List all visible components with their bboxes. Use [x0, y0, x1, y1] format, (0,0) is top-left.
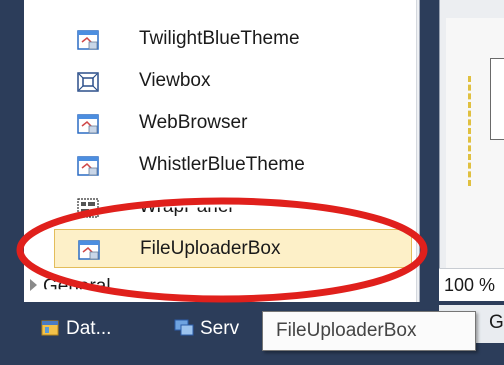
tab-server-explorer[interactable]: Serv [174, 317, 239, 347]
ide-window: TwilightBlueTheme Viewbox WebBrowser Whi… [0, 0, 504, 365]
toolbox-item-whistlerbluetheme[interactable]: WhistlerBlueTheme [42, 146, 412, 185]
toolbox-item-twilightbluetheme[interactable]: TwilightBlueTheme [42, 20, 412, 59]
toolbox-group-general[interactable]: General [30, 276, 111, 298]
toolbox-item-fileuploaderbox[interactable]: FileUploaderBox [54, 229, 412, 268]
viewbox-icon [77, 72, 99, 92]
tooltip: FileUploaderBox [262, 311, 476, 351]
tab-data-sources[interactable]: Dat... [40, 317, 111, 347]
toolbox-item-wrappanel[interactable]: WrapPanel [42, 188, 412, 227]
toolbox-scrollbar[interactable]: ≡ [416, 0, 420, 302]
wrappanel-icon [77, 198, 99, 218]
theme-control-icon [77, 156, 99, 176]
theme-control-icon [77, 30, 99, 50]
scrollbar-thumb[interactable]: ≡ [419, 0, 420, 262]
toolbox-item-label: TwilightBlueTheme [139, 28, 300, 49]
toolbox-panel: TwilightBlueTheme Viewbox WebBrowser Whi… [24, 0, 420, 302]
theme-control-icon [77, 114, 99, 134]
tooltip-text: FileUploaderBox [276, 320, 417, 341]
zoom-level[interactable]: 100 % [444, 275, 495, 296]
theme-control-icon [78, 240, 100, 260]
design-canvas[interactable] [446, 18, 504, 268]
toolbox-item-label: FileUploaderBox [140, 238, 281, 259]
tab-label: Serv [200, 318, 240, 339]
zoom-bar: 100 % [439, 268, 504, 301]
designer-tab-label: G [489, 312, 504, 333]
data-sources-icon [41, 320, 59, 336]
group-label: General [43, 276, 111, 297]
designer-surface [439, 0, 504, 268]
alignment-guide [468, 76, 477, 186]
tab-label: Dat... [66, 318, 112, 339]
toolbox-item-viewbox[interactable]: Viewbox [42, 62, 412, 101]
expand-arrow-icon[interactable] [30, 279, 37, 291]
design-element[interactable] [490, 58, 504, 140]
server-explorer-icon [174, 319, 194, 336]
toolbox-item-webbrowser[interactable]: WebBrowser [42, 104, 412, 143]
toolbox-item-label: WhistlerBlueTheme [139, 154, 305, 175]
toolbox-item-label: WebBrowser [139, 112, 248, 133]
toolbox-item-label: WrapPanel [139, 196, 233, 217]
toolbox-item-label: Viewbox [139, 70, 211, 91]
